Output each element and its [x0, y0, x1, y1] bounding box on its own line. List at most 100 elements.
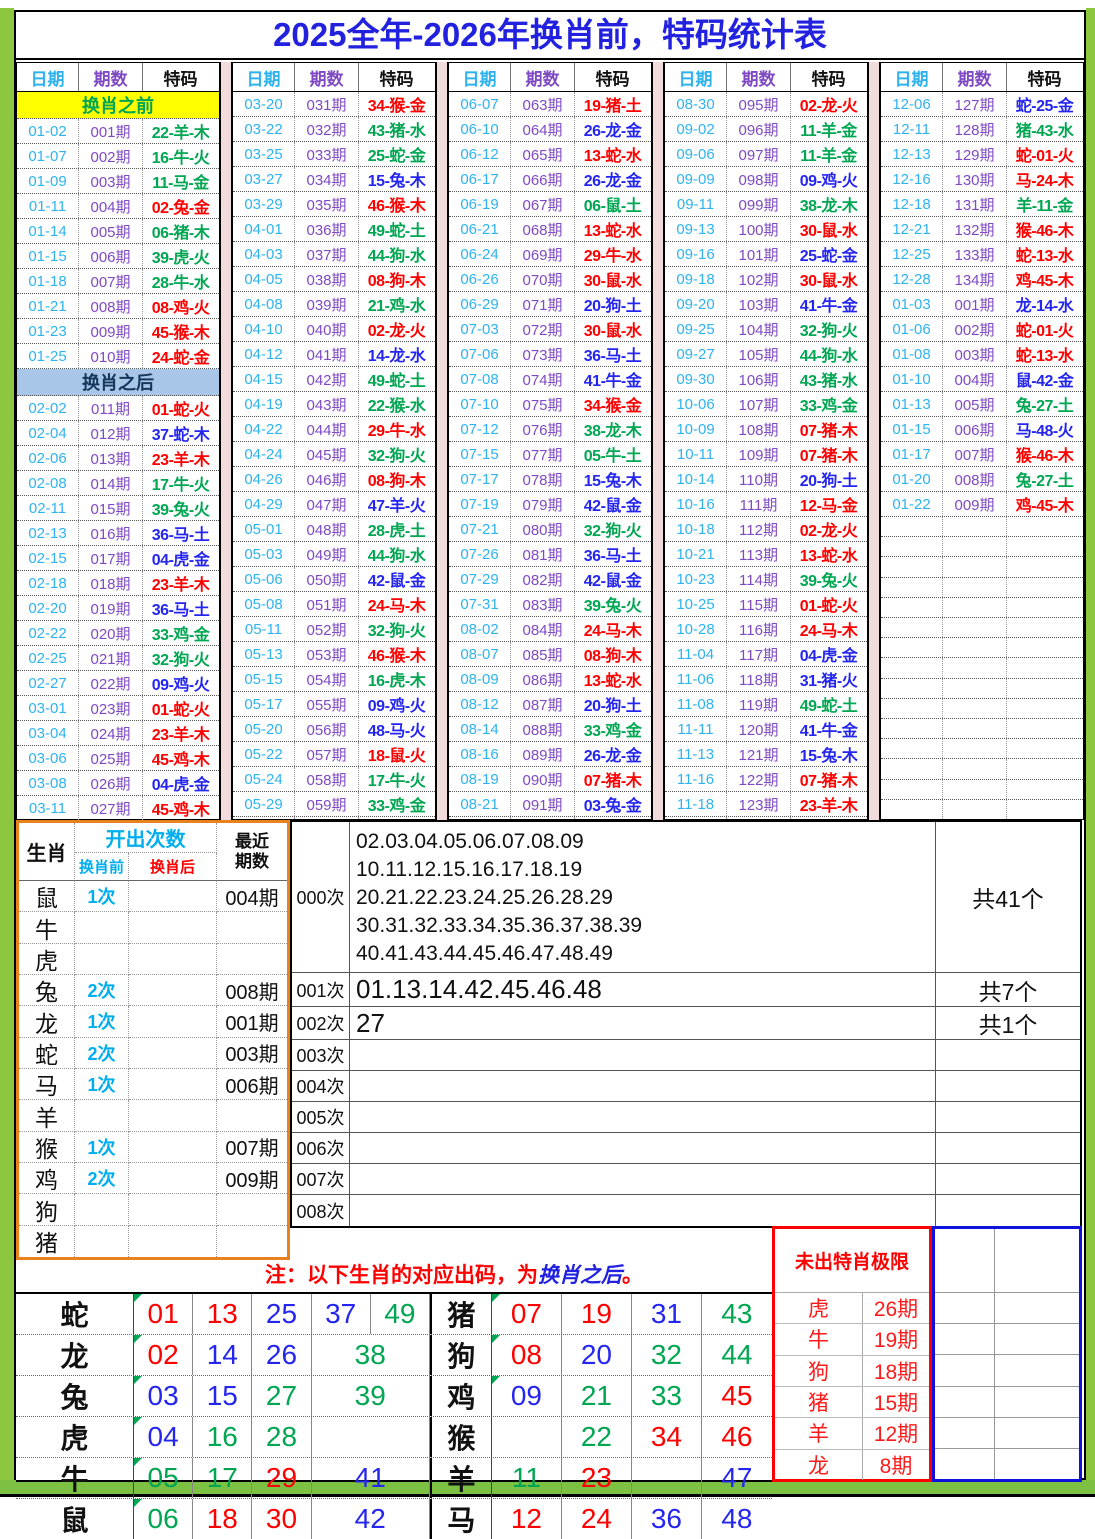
table-row: 08-21091期03-兔-金: [449, 792, 651, 817]
table-row: 02-08014期17-牛-火: [17, 471, 219, 496]
period-cell: 065期: [511, 142, 575, 166]
special-code-cell: 13-蛇-水: [791, 542, 866, 566]
date-cell: [881, 780, 943, 799]
period-cell: 104期: [727, 317, 791, 341]
special-code-cell: 08-鸡-火: [143, 294, 218, 318]
date-cell: 06-21: [449, 217, 511, 241]
date-cell: [881, 537, 943, 556]
special-code-cell: 羊-11-金: [1007, 192, 1082, 216]
unreleased-zodiac-limit-box: 未出特肖极限 虎26期牛19期狗18期猪15期羊12期龙8期: [772, 1226, 932, 1482]
table-row: 07-06073期36-马-土: [449, 342, 651, 367]
table-row: 10-18112期02-龙-火: [665, 517, 867, 542]
date-cell: 07-12: [449, 417, 511, 441]
period-cell: 113期: [727, 542, 791, 566]
period-cell: 011期: [79, 396, 143, 420]
stats-recent-period: 008期: [217, 975, 287, 1006]
date-cell: 08-12: [449, 692, 511, 716]
table-row: [881, 759, 1083, 779]
special-code-cell: 04-虎-金: [143, 546, 218, 570]
table-row: 01-11004期02-兔-金: [17, 194, 219, 219]
date-cell: 01-14: [17, 219, 79, 243]
period-cell: 079期: [511, 492, 575, 516]
special-code-cell: 22-羊-木: [143, 119, 218, 143]
special-code-cell: 29-牛-水: [575, 242, 650, 266]
date-cell: 02-22: [17, 621, 79, 645]
empty-grid-row: [935, 1449, 1079, 1479]
table-row: 04-15042期49-蛇-土: [233, 367, 435, 392]
date-cell: 07-31: [449, 592, 511, 616]
special-code-cell: 32-狗-火: [575, 517, 650, 541]
date-cell: 10-18: [665, 517, 727, 541]
date-cell: 01-02: [17, 119, 79, 143]
note-text: 注：以下生肖的对应出码，为换肖之后。: [126, 1263, 782, 1289]
table-separator: [436, 62, 448, 820]
special-code-cell: 25-蛇-金: [359, 142, 434, 166]
mapping-number-cell: 33: [632, 1376, 702, 1416]
table-row: 11-13121期15-兔-木: [665, 742, 867, 767]
frequency-total: [936, 1195, 1080, 1226]
period-column-header: 期数: [727, 63, 791, 91]
date-cell: 12-25: [881, 242, 943, 266]
date-cell: 05-03: [233, 542, 295, 566]
table-row: 12-28134期鸡-45-木: [881, 267, 1083, 292]
mapping-number-cell: 24: [562, 1499, 632, 1539]
mapping-zodiac-cell: 鸡: [430, 1376, 492, 1416]
date-cell: 06-26: [449, 267, 511, 291]
table-row: 01-18007期28-牛-水: [17, 269, 219, 294]
date-cell: 03-01: [17, 696, 79, 720]
frequency-numbers: 27: [350, 1007, 936, 1040]
period-cell: 007期: [79, 269, 143, 293]
stats-recent-period: [217, 912, 287, 943]
period-cell: 063期: [511, 92, 575, 116]
empty-grid-row: [935, 1293, 1079, 1324]
date-cell: 08-02: [449, 617, 511, 641]
date-cell: 01-08: [881, 342, 943, 366]
stats-before-header: 换肖前: [75, 853, 129, 881]
period-cell: 090期: [511, 767, 575, 791]
mapping-number-cell: 26: [252, 1335, 311, 1375]
period-cell: 110期: [727, 467, 791, 491]
table-row: 05-06050期42-鼠-金: [233, 567, 435, 592]
period-cell: 055期: [295, 692, 359, 716]
date-cell: 07-21: [449, 517, 511, 541]
date-cell: 03-27: [233, 167, 295, 191]
period-cell: 015期: [79, 496, 143, 520]
stats-recent-period: 006期: [217, 1069, 287, 1100]
mapping-row: 牛05172941羊112347: [16, 1458, 772, 1499]
table-header-row: 日期期数特码: [881, 63, 1083, 92]
special-code-cell: 13-蛇-水: [575, 667, 650, 691]
empty-grid-cell: [935, 1229, 995, 1292]
special-code-cell: 45-鸡-木: [143, 796, 218, 820]
special-code-cell: 24-马-木: [359, 592, 434, 616]
special-code-table: 日期期数特码03-20031期34-猴-金03-22032期43-猪-水03-2…: [232, 62, 436, 820]
period-cell: 049期: [295, 542, 359, 566]
mapping-number-cell: 22: [562, 1417, 632, 1457]
mapping-zodiac-cell: 鼠: [16, 1499, 134, 1539]
table-row: 12-25133期蛇-13-水: [881, 242, 1083, 267]
frequency-numbers: 01.13.14.42.45.46.48: [350, 973, 936, 1007]
period-cell: [943, 759, 1007, 778]
date-cell: 05-13: [233, 642, 295, 666]
stats-recent-period: 003期: [217, 1038, 287, 1069]
special-code-cell: 08-狗-木: [575, 642, 650, 666]
special-code-cell: 23-羊-木: [143, 721, 218, 745]
table-row: 11-16122期07-猪-木: [665, 767, 867, 792]
mapping-number-cell: 46: [702, 1417, 772, 1457]
date-cell: 02-11: [17, 496, 79, 520]
table-row: 04-05038期08-狗-木: [233, 267, 435, 292]
date-cell: 12-11: [881, 117, 943, 141]
period-cell: 003期: [79, 169, 143, 193]
date-cell: 03-08: [17, 771, 79, 795]
table-row: 06-19067期06-鼠-土: [449, 192, 651, 217]
mapping-number-cell: 25: [252, 1294, 311, 1334]
date-cell: 05-24: [233, 767, 295, 791]
special-code-cell: 24-马-木: [791, 617, 866, 641]
period-cell: 002期: [79, 144, 143, 168]
period-cell: 043期: [295, 392, 359, 416]
empty-grid-box: [932, 1226, 1082, 1482]
empty-grid-cell: [995, 1355, 1079, 1385]
date-cell: 07-10: [449, 392, 511, 416]
special-code-cell: 37-蛇-木: [143, 421, 218, 445]
date-cell: [881, 719, 943, 738]
special-code-cell: 04-虎-金: [143, 771, 218, 795]
